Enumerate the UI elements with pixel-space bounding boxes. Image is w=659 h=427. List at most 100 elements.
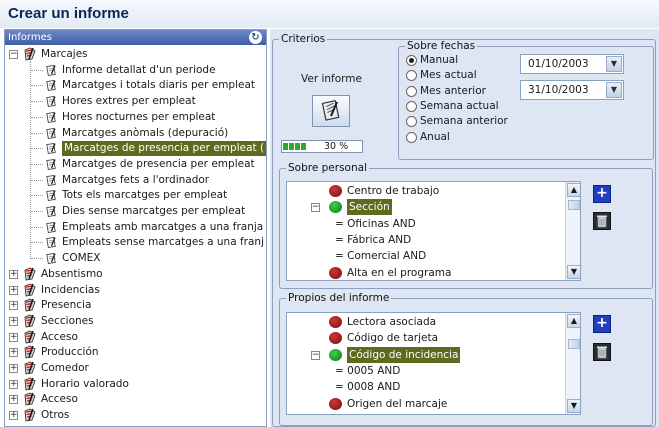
red-marker-icon: [329, 185, 342, 197]
tree-report-label: Dies sense marcatges per empleat: [62, 205, 246, 217]
report-icon: [45, 236, 58, 249]
tree-guide-line: [31, 69, 43, 71]
criterion-label: = Oficinas AND: [335, 217, 416, 230]
green-marker-icon: [329, 201, 342, 214]
collapse-toggle-icon[interactable]: −: [311, 350, 320, 360]
radio-label: Anual: [420, 130, 450, 143]
vertical-scrollbar[interactable]: ▲ ▼: [565, 313, 580, 414]
window-title: Crear un informe: [8, 5, 129, 22]
report-folder-icon: [23, 330, 37, 344]
tree-report-label: COMEX: [62, 252, 101, 265]
radio-label: Semana anterior: [420, 115, 508, 128]
date-from-value: 01/10/2003: [528, 58, 589, 70]
report-icon: [45, 111, 58, 124]
delete-personal-criterion-button[interactable]: [593, 212, 611, 230]
sobre-fechas-legend: Sobre fechas: [407, 40, 476, 52]
date-from-combo[interactable]: 01/10/2003 ▼: [520, 54, 624, 74]
scroll-thumb[interactable]: [568, 339, 580, 349]
criterion-label: Código de tarjeta: [347, 332, 439, 345]
scroll-down-icon[interactable]: ▼: [567, 399, 580, 413]
report-book-icon: [321, 100, 340, 121]
report-icon: [45, 142, 58, 155]
propios-legend: Propios del informe: [288, 292, 390, 304]
tree-guide-line: [31, 226, 43, 228]
expand-toggle-icon[interactable]: +: [9, 364, 18, 373]
criterion-label: = 0008 AND: [335, 381, 401, 394]
add-report-criterion-button[interactable]: +: [593, 315, 611, 333]
reports-tree-panel: Informes ↻ − Marcajes Informe detallat d'u…: [4, 29, 267, 427]
expand-toggle-icon[interactable]: +: [9, 411, 18, 421]
criterion-label: Alta en el programa: [347, 266, 452, 279]
view-report-label: Ver informe: [301, 73, 362, 85]
tree-folder-label: Presencia: [41, 299, 92, 312]
radio-circle[interactable]: [406, 55, 417, 66]
tree-guide-line: [31, 242, 43, 244]
report-folder-icon: [23, 408, 37, 422]
report-folder-icon: [23, 282, 37, 297]
add-personal-criterion-button[interactable]: +: [593, 185, 611, 203]
tree-guide-line: [31, 179, 43, 181]
tree-folder-label: Marcajes: [41, 48, 88, 60]
radio-circle[interactable]: [406, 100, 417, 112]
scroll-up-icon[interactable]: ▲: [567, 314, 580, 328]
view-report-button[interactable]: [312, 95, 350, 127]
delete-report-criterion-button[interactable]: [593, 343, 611, 361]
personal-criteria-list[interactable]: Centro de trabajo − Sección = Oficinas AND =…: [286, 181, 581, 281]
radio-label: Manual: [420, 54, 459, 66]
expand-toggle-icon[interactable]: +: [9, 395, 18, 405]
criterion-label: Origen del marcaje: [347, 397, 448, 410]
report-folder-icon: [23, 314, 37, 328]
expand-toggle-icon[interactable]: +: [9, 316, 18, 326]
report-icon: [45, 79, 58, 92]
expand-toggle-icon[interactable]: +: [9, 269, 18, 279]
tree-guide-line: [31, 116, 43, 118]
refresh-icon[interactable]: ↻: [249, 31, 262, 44]
expand-toggle-icon[interactable]: −: [9, 50, 18, 59]
date-to-combo[interactable]: 31/10/2003 ▼: [520, 80, 624, 100]
chevron-down-icon[interactable]: ▼: [606, 82, 622, 98]
criterion-label: = 0005 AND: [335, 364, 401, 377]
tree-folder-label: Producción: [41, 346, 99, 359]
red-marker-icon: [329, 397, 342, 410]
tree-guide-line: [31, 163, 43, 165]
reports-tree-header-label: Informes: [8, 32, 52, 43]
tree-guide-line: [31, 211, 43, 212]
scroll-up-icon[interactable]: ▲: [567, 183, 580, 197]
report-folder-icon: [23, 47, 37, 61]
collapse-toggle-icon[interactable]: −: [311, 203, 320, 213]
tree-guide-line: [31, 132, 43, 134]
vertical-scrollbar[interactable]: ▲ ▼: [565, 182, 580, 280]
expand-toggle-icon[interactable]: +: [9, 285, 18, 295]
tree-report-label: Marcatges i totals diaris per empleat: [62, 79, 256, 92]
tree-folder-label: Acceso: [41, 393, 78, 406]
expand-toggle-icon[interactable]: +: [9, 379, 18, 389]
radio-label: Mes anterior: [420, 84, 486, 97]
scroll-down-icon[interactable]: ▼: [567, 265, 580, 279]
red-marker-icon: [329, 332, 342, 345]
chevron-down-icon[interactable]: ▼: [606, 56, 622, 72]
report-icon: [45, 205, 58, 218]
criterion-label: = Fábrica AND: [335, 233, 412, 246]
tree-folder-label: Comedor: [41, 362, 89, 374]
expand-toggle-icon[interactable]: +: [9, 332, 18, 342]
tree-report-label: Marcatges anòmals (depuració): [62, 126, 229, 139]
radio-circle[interactable]: [406, 85, 417, 97]
tree-report-label: Informe detallat d'un periode: [62, 63, 216, 76]
tree-folder-label: Acceso: [41, 330, 78, 343]
expand-toggle-icon[interactable]: +: [9, 301, 18, 311]
report-folder-icon: [23, 298, 37, 312]
report-folder-icon: [23, 267, 37, 281]
progress-fill: [283, 143, 307, 150]
expand-toggle-icon[interactable]: +: [9, 348, 18, 358]
tree-guide-line: [31, 85, 43, 87]
date-to-value: 31/10/2003: [528, 84, 589, 96]
tree-report-label: Marcatges de presencia per empleat: [62, 157, 255, 170]
report-icon: [45, 64, 58, 77]
scroll-thumb[interactable]: [568, 200, 580, 210]
report-icon: [45, 252, 58, 265]
report-criteria-list[interactable]: Lectora asociada Código de tarjeta − Código…: [286, 312, 581, 415]
report-icon: [45, 127, 58, 140]
radio-circle[interactable]: [406, 131, 417, 143]
report-icon: [45, 158, 58, 171]
radio-label: Mes actual: [420, 69, 477, 82]
